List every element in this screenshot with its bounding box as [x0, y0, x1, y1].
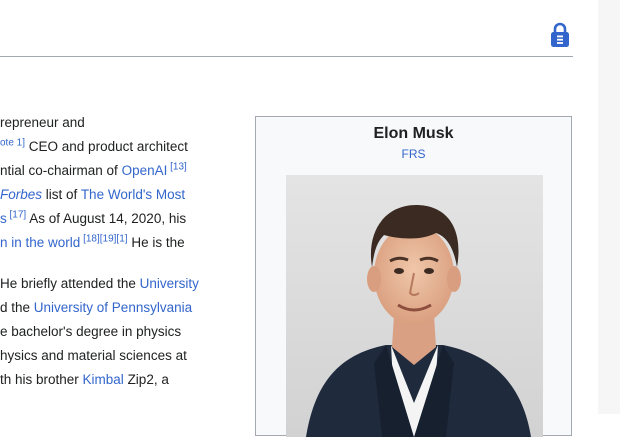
article-line: n in the world [18][19][1] He is the	[0, 231, 246, 255]
article-line: d the University of Pennsylvania	[0, 296, 246, 320]
infobox-subtitle-link[interactable]: FRS	[256, 147, 571, 161]
article-link[interactable]: Kimbal	[83, 372, 124, 387]
article-text: He briefly attended the	[0, 275, 140, 291]
article-line: e bachelor's degree in physics	[0, 320, 246, 344]
citation-link[interactable]: [17]	[7, 210, 27, 221]
infobox-title: Elon Musk	[373, 125, 454, 142]
article-link[interactable]: University	[140, 276, 199, 291]
article-text: list of	[42, 187, 81, 203]
article-link[interactable]: OpenAI	[122, 163, 168, 178]
article-text: As of August 14, 2020, his	[26, 211, 187, 227]
article-text: Zip2, a	[123, 371, 169, 387]
article-link[interactable]: n in the world	[0, 235, 80, 250]
article-link[interactable]: University of Pennsylvania	[34, 300, 192, 315]
lock-icon[interactable]	[548, 22, 572, 48]
citation-link[interactable]: ote 1]	[0, 138, 25, 149]
article-text: d the	[0, 299, 34, 315]
citation-link[interactable]: [13]	[167, 162, 187, 173]
portrait-photo[interactable]	[286, 175, 543, 437]
article-line: s [17] As of August 14, 2020, his	[0, 207, 246, 231]
article-text: He is the	[127, 235, 185, 251]
title-divider	[0, 56, 573, 57]
right-sidebar-rail	[598, 0, 620, 414]
article-line: Forbes list of The World's Most	[0, 183, 246, 207]
article-text: repreneur and	[0, 115, 85, 130]
article-line: hysics and material sciences at	[0, 344, 246, 368]
article-line: repreneur and	[0, 111, 246, 135]
article-link[interactable]: Forbes	[0, 187, 42, 202]
article-line: ntial co-chairman of OpenAI [13]	[0, 159, 246, 183]
article-text: th his brother	[0, 371, 83, 387]
article-body: repreneur and ote 1] CEO and product arch…	[0, 111, 246, 392]
infobox: Elon Musk FRS	[255, 116, 572, 437]
article-text: hysics and material sciences at	[0, 347, 187, 363]
article-text: CEO and product architect	[25, 139, 188, 155]
article-text: ntial co-chairman of	[0, 163, 122, 179]
article-text: e bachelor's degree in physics	[0, 323, 182, 339]
article-link[interactable]: s	[0, 211, 7, 226]
article-line: He briefly attended the University	[0, 272, 246, 296]
article-line: ote 1] CEO and product architect	[0, 135, 246, 159]
citation-link[interactable]: [18][19][1]	[80, 234, 128, 245]
article-line: th his brother Kimbal Zip2, a	[0, 368, 246, 392]
article-link[interactable]: The World's Most	[81, 187, 185, 202]
